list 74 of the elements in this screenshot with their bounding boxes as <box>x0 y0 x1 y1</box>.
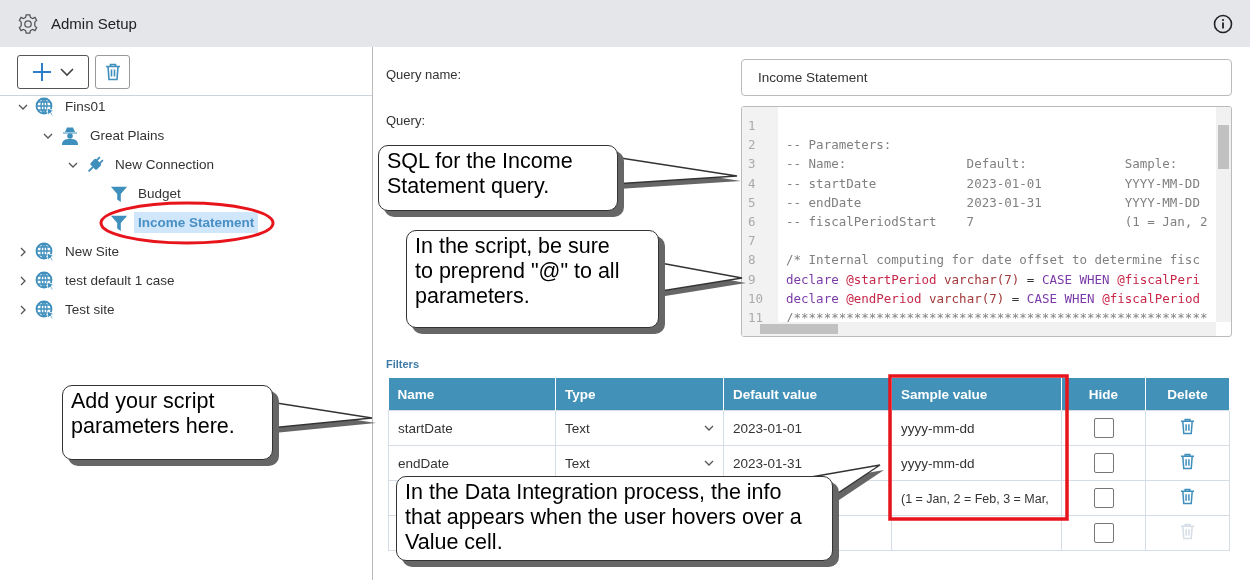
dropdown-icon[interactable] <box>704 423 714 433</box>
column-header: Name <box>388 378 556 411</box>
dropdown-icon[interactable] <box>704 458 714 468</box>
table-cell: yyyy-mm-dd <box>901 420 975 436</box>
scrollbar[interactable] <box>742 322 1216 336</box>
plus-icon <box>32 62 52 82</box>
settings-icon[interactable] <box>17 12 39 35</box>
table-cell: Text <box>565 455 590 471</box>
chevron-icon[interactable] <box>18 304 28 315</box>
query-name-field[interactable]: Income Statement <box>741 59 1232 96</box>
line-number: 9 <box>747 270 757 289</box>
add-button[interactable] <box>17 55 89 89</box>
line-number: 6 <box>747 212 757 231</box>
delete-button[interactable] <box>95 55 130 89</box>
code-line: -- Parameters: <box>786 137 892 153</box>
code-line: -- endDate 2023-01-31 YYYY-MM-DD <box>786 194 1200 210</box>
column-header: Type <box>555 378 724 411</box>
checkbox[interactable] <box>1093 523 1114 543</box>
plug-icon <box>85 154 105 175</box>
tree-item[interactable]: Fins01 <box>61 96 110 117</box>
line-number: 3 <box>747 155 757 174</box>
checkbox[interactable] <box>1093 488 1114 508</box>
tree-item[interactable]: New Connection <box>111 154 219 175</box>
tree-item[interactable]: Great Plains <box>86 125 169 146</box>
scrollbar[interactable] <box>1216 107 1231 322</box>
code-line: -- startDate 2023-01-01 YYYY-MM-DD <box>786 175 1200 191</box>
tree-item[interactable]: New Site <box>61 241 124 262</box>
person-icon <box>60 125 80 146</box>
table-cell: yyyy-mm-dd <box>901 455 975 471</box>
line-number: 7 <box>747 232 757 251</box>
code-line: declare @endPeriod varchar(7) = CASE WHEN @fiscalPeriod <box>786 290 1200 306</box>
tree-item[interactable]: Test site <box>61 299 119 320</box>
globe-icon <box>35 96 55 117</box>
tree-item[interactable]: Budget <box>134 183 185 204</box>
code-line: declare @startPeriod varchar(7) = CASE WHEN @fiscalPeri <box>786 271 1200 287</box>
line-number: 8 <box>747 251 757 270</box>
code-line: -- Name: Default: Sample: <box>786 156 1178 172</box>
trash-icon[interactable] <box>1180 453 1195 470</box>
field-label: Query name: <box>386 67 462 82</box>
window-title: Admin Setup <box>51 15 138 32</box>
code-editor[interactable] <box>741 106 1232 337</box>
line-number: 1 <box>747 117 757 135</box>
checkbox[interactable] <box>1093 418 1114 438</box>
section-title: Filters <box>386 358 420 370</box>
globe-icon <box>35 270 55 291</box>
line-number: 10 <box>747 289 765 308</box>
line-number: 5 <box>747 193 757 212</box>
column-header: Sample value <box>891 378 1062 411</box>
table-cell: 2023-01-31 <box>733 455 803 471</box>
checkbox[interactable] <box>1093 453 1114 473</box>
line-number: 11 <box>747 308 765 327</box>
tree-item[interactable]: test default 1 case <box>61 270 179 291</box>
chevron-icon[interactable] <box>18 246 28 257</box>
info-icon[interactable] <box>1213 13 1233 34</box>
line-number: 4 <box>747 174 757 193</box>
trash-icon <box>104 63 121 81</box>
code-line: -- fiscalPeriodStart 7 (1 = Jan, 2 <box>786 213 1208 229</box>
trash-icon[interactable] <box>1180 418 1195 435</box>
globe-icon <box>35 241 55 262</box>
table-cell: startDate <box>398 420 453 436</box>
trash-icon[interactable] <box>1180 488 1195 505</box>
column-header: Hide <box>1061 378 1146 411</box>
code-line: /******************************************************* <box>786 309 1208 325</box>
table-cell: 2023-01-01 <box>733 420 803 436</box>
table-cell: (1 = Jan, 2 = Feb, 3 = Mar, <box>901 491 1049 506</box>
column-header: Delete <box>1145 378 1230 411</box>
chevron-icon <box>60 67 74 77</box>
chevron-icon[interactable] <box>18 275 28 286</box>
line-number: 2 <box>747 136 757 155</box>
globe-icon <box>35 299 55 320</box>
field-label: Query: <box>386 113 425 128</box>
table-cell: Text <box>565 420 590 436</box>
code-line: /* Internal computing for date offset to determine fisc <box>786 252 1200 268</box>
table-cell: endDate <box>398 455 450 471</box>
